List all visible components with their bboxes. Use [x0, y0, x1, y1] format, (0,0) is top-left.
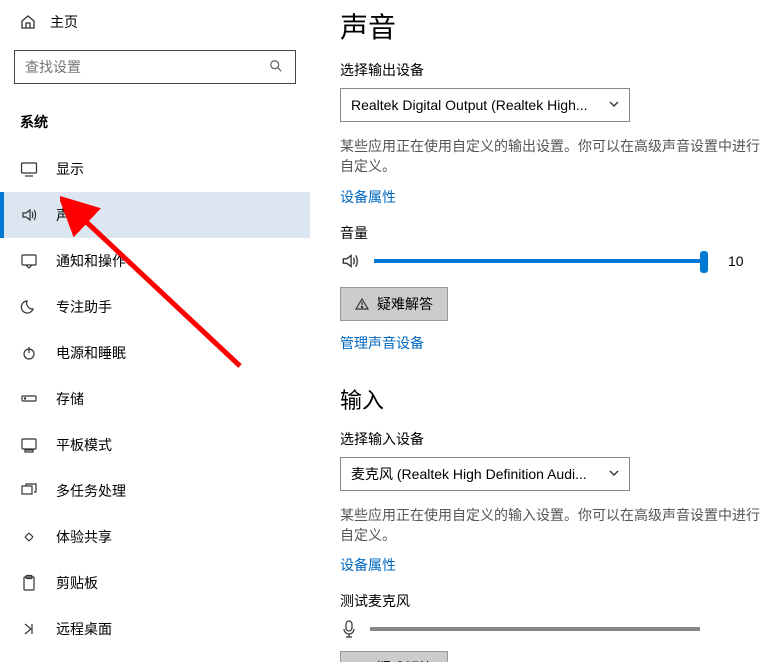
sidebar-item-focus[interactable]: 专注助手 — [0, 284, 310, 330]
chevron-down-icon — [607, 466, 623, 482]
display-icon — [20, 160, 38, 178]
sidebar-item-power[interactable]: 电源和睡眠 — [0, 330, 310, 376]
sidebar-item-label: 体验共享 — [56, 527, 112, 547]
power-icon — [20, 344, 38, 362]
output-props-link[interactable]: 设备属性 — [340, 187, 396, 207]
sidebar-item-storage[interactable]: 存储 — [0, 376, 310, 422]
manage-devices-link[interactable]: 管理声音设备 — [340, 333, 424, 353]
sidebar-item-label: 远程桌面 — [56, 619, 112, 639]
sidebar-item-clipboard[interactable]: 剪贴板 — [0, 560, 310, 606]
storage-icon — [20, 390, 38, 408]
home-icon — [20, 14, 36, 30]
sidebar-item-label: 剪贴板 — [56, 573, 98, 593]
sidebar-item-multitask[interactable]: 多任务处理 — [0, 468, 310, 514]
sidebar-item-label: 显示 — [56, 159, 84, 179]
output-choose-label: 选择输出设备 — [340, 60, 766, 80]
share-icon — [20, 528, 38, 546]
speaker-icon — [340, 251, 360, 271]
output-device-value: Realtek Digital Output (Realtek High... — [351, 97, 588, 113]
multitask-icon — [20, 482, 38, 500]
volume-value: 10 — [728, 253, 744, 269]
sidebar-item-shared[interactable]: 体验共享 — [0, 514, 310, 560]
home-label: 主页 — [50, 12, 78, 32]
volume-slider[interactable] — [374, 259, 704, 263]
search-input-wrap[interactable] — [14, 50, 296, 84]
input-props-link[interactable]: 设备属性 — [340, 555, 396, 575]
content: 声音 选择输出设备 Realtek Digital Output (Realte… — [310, 0, 766, 662]
input-device-dropdown[interactable]: 麦克风 (Realtek High Definition Audi... — [340, 457, 630, 491]
input-device-value: 麦克风 (Realtek High Definition Audi... — [351, 464, 587, 484]
clipboard-icon — [20, 574, 38, 592]
sidebar-item-label: 多任务处理 — [56, 481, 126, 501]
sidebar-item-notifications[interactable]: 通知和操作 — [0, 238, 310, 284]
sidebar-item-label: 存储 — [56, 389, 84, 409]
input-header: 输入 — [340, 383, 766, 415]
section-title: 系统 — [0, 98, 310, 146]
mic-icon — [340, 619, 358, 639]
search-input[interactable] — [25, 59, 269, 75]
input-choose-label: 选择输入设备 — [340, 429, 766, 449]
sidebar-item-label: 声音 — [56, 205, 84, 225]
output-desc: 某些应用正在使用自定义的输出设置。你可以在高级声音设置中进行自定义。 — [340, 136, 766, 177]
button-label: 疑难解答 — [377, 294, 433, 314]
button-label: 疑难解答 — [377, 658, 433, 662]
home-nav[interactable]: 主页 — [0, 6, 310, 42]
moon-icon — [20, 298, 38, 316]
sound-icon — [20, 206, 38, 224]
notification-icon — [20, 252, 38, 270]
output-device-dropdown[interactable]: Realtek Digital Output (Realtek High... — [340, 88, 630, 122]
sidebar-item-label: 通知和操作 — [56, 251, 126, 271]
sidebar: 主页 系统 显示 声音 通知和操作 — [0, 0, 310, 662]
sidebar-item-sound[interactable]: 声音 — [0, 192, 310, 238]
tablet-icon — [20, 436, 38, 454]
test-mic-label: 测试麦克风 — [340, 591, 766, 611]
sidebar-item-display[interactable]: 显示 — [0, 146, 310, 192]
chevron-down-icon — [607, 97, 623, 113]
warning-icon — [355, 297, 369, 311]
output-troubleshoot-button[interactable]: 疑难解答 — [340, 287, 448, 321]
remote-icon — [20, 620, 38, 638]
volume-label: 音量 — [340, 223, 766, 243]
sidebar-item-remote[interactable]: 远程桌面 — [0, 606, 310, 652]
sidebar-item-tablet[interactable]: 平板模式 — [0, 422, 310, 468]
input-troubleshoot-button[interactable]: 疑难解答 — [340, 651, 448, 662]
sidebar-item-label: 平板模式 — [56, 435, 112, 455]
page-title: 声音 — [340, 6, 766, 46]
sidebar-item-label: 电源和睡眠 — [56, 343, 126, 363]
sidebar-item-label: 专注助手 — [56, 297, 112, 317]
mic-level-bar — [370, 627, 700, 631]
slider-thumb[interactable] — [700, 251, 708, 273]
search-icon — [269, 59, 285, 75]
input-desc: 某些应用正在使用自定义的输入设置。你可以在高级声音设置中进行自定义。 — [340, 505, 766, 546]
